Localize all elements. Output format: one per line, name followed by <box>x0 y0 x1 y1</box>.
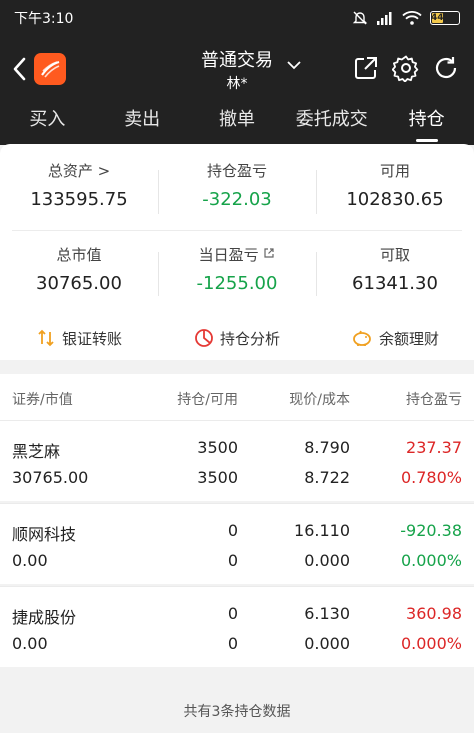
wealth-management-button[interactable]: 余额理财 <box>316 316 474 360</box>
holding-row[interactable]: 黑芝麻 30765.00 3500 3500 8.790 8.722 237.3… <box>0 421 474 501</box>
stock-available: 0 <box>227 634 238 653</box>
tab-buy[interactable]: 买入 <box>0 100 95 142</box>
available-value: 102830.65 <box>346 189 444 210</box>
available-label: 可用 <box>379 162 410 180</box>
stock-pnl-pct: 0.000% <box>400 551 462 570</box>
share-icon[interactable] <box>352 54 380 82</box>
stock-market-value: 30765.00 <box>12 468 89 487</box>
market-value: 总市值 30765.00 <box>0 244 158 294</box>
battery-icon: 44 <box>430 11 460 25</box>
stock-pnl-pct: 0.000% <box>400 634 462 653</box>
status-time: 下午3:10 <box>14 11 74 27</box>
header-security: 证券/市值 <box>12 392 73 408</box>
position-analysis-button[interactable]: 持仓分析 <box>158 316 316 360</box>
withdrawable-value: 61341.30 <box>352 273 438 294</box>
stock-pnl: 360.98 <box>406 604 462 623</box>
stock-market-value: 0.00 <box>12 634 48 653</box>
stock-position: 3500 <box>197 438 238 457</box>
header-pnl: 持仓盈亏 <box>406 392 462 408</box>
mute-bell-icon <box>352 10 368 26</box>
signal-icon <box>376 11 394 25</box>
stock-name: 捷成股份 <box>12 608 77 627</box>
header-position: 持仓/可用 <box>177 392 238 408</box>
account-summary: 总资产 > 133595.75 持仓盈亏 -322.03 可用 102830.6… <box>0 144 474 360</box>
holding-row[interactable]: 捷成股份 0.00 0 0 6.130 0.000 360.98 0.000% <box>0 587 474 667</box>
pie-chart-icon <box>195 329 213 347</box>
stock-name: 顺网科技 <box>12 525 77 544</box>
bank-transfer-label: 银证转账 <box>61 329 122 348</box>
transfer-arrows-icon <box>38 329 54 347</box>
stock-cost: 0.000 <box>304 551 350 570</box>
bank-transfer-button[interactable]: 银证转账 <box>0 316 158 360</box>
market-value-value: 30765.00 <box>36 273 122 294</box>
tab-cancel[interactable]: 撤单 <box>190 100 285 142</box>
piggy-bank-icon <box>353 330 371 346</box>
withdrawable-label: 可取 <box>379 246 410 264</box>
trade-tabs: 买入 卖出 撤单 委托成交 持仓 <box>0 100 474 142</box>
chevron-down-icon[interactable] <box>286 60 302 70</box>
stock-name: 黑芝麻 <box>12 442 61 461</box>
top-header: 下午3:10 44 普通交易 林* 买入 卖出 撤单 委托成交 持仓 <box>0 0 474 145</box>
total-assets-label: 总资产 > <box>47 162 111 180</box>
tab-holdings[interactable]: 持仓 <box>379 100 474 142</box>
holdings-count: 共有3条持仓数据 <box>183 704 291 720</box>
nav-bar: 普通交易 林* <box>0 40 474 100</box>
refresh-icon[interactable] <box>432 54 460 82</box>
stock-pnl-pct: 0.780% <box>400 468 462 487</box>
available-cash: 可用 102830.65 <box>316 160 474 210</box>
withdrawable: 可取 61341.30 <box>316 244 474 294</box>
position-analysis-label: 持仓分析 <box>219 329 280 348</box>
external-link-icon <box>264 248 274 258</box>
header-price: 现价/成本 <box>289 392 350 408</box>
wifi-icon <box>402 11 422 25</box>
gear-icon[interactable] <box>392 54 420 82</box>
total-assets-value: 133595.75 <box>30 189 128 210</box>
stock-available: 3500 <box>197 468 238 487</box>
position-pnl-label: 持仓盈亏 <box>206 162 267 180</box>
daily-pnl[interactable]: 当日盈亏 -1255.00 <box>158 244 316 294</box>
holdings-header: 证券/市值 持仓/可用 现价/成本 持仓盈亏 <box>0 374 474 420</box>
stock-available: 0 <box>227 551 238 570</box>
market-value-label: 总市值 <box>56 246 102 264</box>
tab-orders[interactable]: 委托成交 <box>284 100 379 142</box>
wealth-management-label: 余额理财 <box>378 329 439 348</box>
quick-actions: 银证转账 持仓分析 余额理财 <box>0 316 474 360</box>
total-assets[interactable]: 总资产 > 133595.75 <box>0 160 158 210</box>
stock-price: 16.110 <box>294 521 350 540</box>
stock-price: 8.790 <box>304 438 350 457</box>
position-pnl-value: -322.03 <box>202 189 272 210</box>
stock-pnl: -920.38 <box>400 521 462 540</box>
stock-pnl: 237.37 <box>406 438 462 457</box>
battery-level: 44 <box>431 12 444 23</box>
stock-cost: 8.722 <box>304 468 350 487</box>
status-bar: 下午3:10 44 <box>0 0 474 36</box>
stock-cost: 0.000 <box>304 634 350 653</box>
stock-position: 0 <box>227 604 238 623</box>
stock-price: 6.130 <box>304 604 350 623</box>
daily-pnl-label: 当日盈亏 <box>158 244 316 265</box>
position-pnl: 持仓盈亏 -322.03 <box>158 160 316 210</box>
stock-market-value: 0.00 <box>12 551 48 570</box>
daily-pnl-value: -1255.00 <box>196 273 278 294</box>
stock-position: 0 <box>227 521 238 540</box>
tab-sell[interactable]: 卖出 <box>95 100 190 142</box>
holding-row[interactable]: 顺网科技 0.00 0 0 16.110 0.000 -920.38 0.000… <box>0 504 474 584</box>
